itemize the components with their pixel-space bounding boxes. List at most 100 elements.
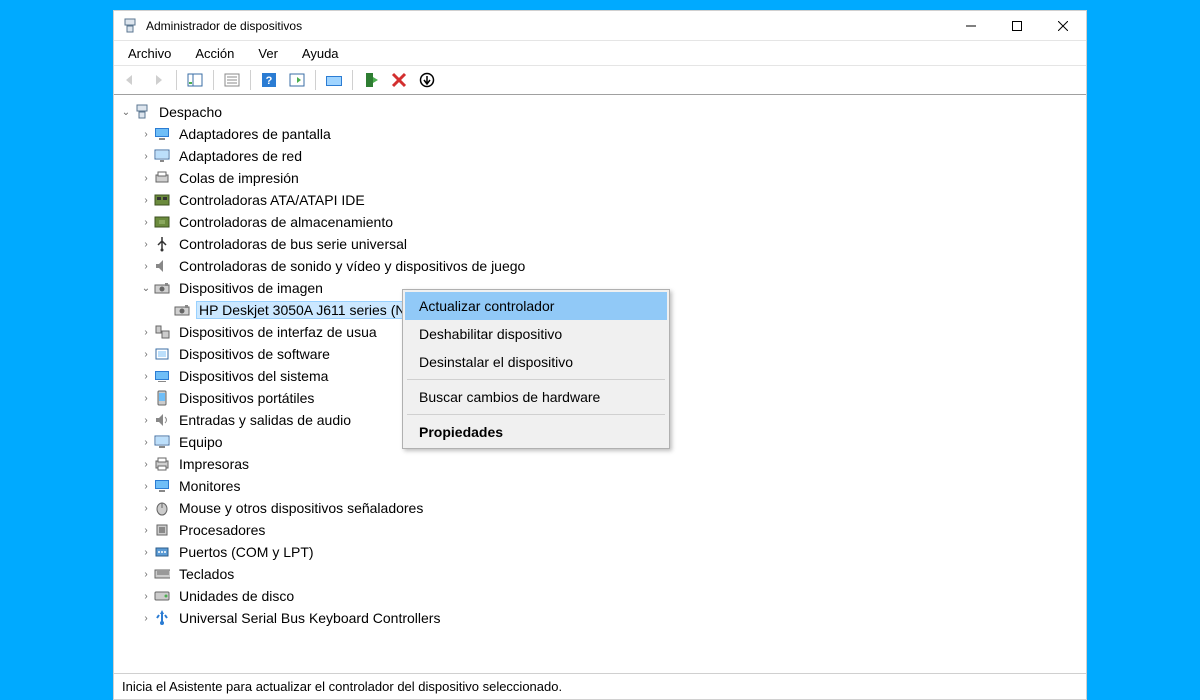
tree-node[interactable]: › Controladoras ATA/ATAPI IDE — [118, 189, 1086, 211]
device-manager-window: Administrador de dispositivos Archivo Ac… — [113, 10, 1087, 700]
tree-node-label: Monitores — [176, 477, 243, 495]
forward-button[interactable] — [146, 68, 170, 92]
tree-node-label: Controladoras ATA/ATAPI IDE — [176, 191, 368, 209]
chevron-right-icon[interactable]: › — [138, 500, 154, 516]
display-adapter-icon — [154, 126, 170, 142]
mouse-icon — [154, 500, 170, 516]
tree-node[interactable]: ›Puertos (COM y LPT) — [118, 541, 1086, 563]
system-device-icon — [154, 368, 170, 384]
ide-controller-icon — [154, 192, 170, 208]
tree-node[interactable]: › Procesadores — [118, 519, 1086, 541]
properties-button[interactable] — [220, 68, 244, 92]
tree-node-label: Equipo — [176, 433, 226, 451]
tree-node[interactable]: › Teclados — [118, 563, 1086, 585]
chevron-right-icon[interactable]: › — [138, 126, 154, 142]
tree-node[interactable]: › Adaptadores de red — [118, 145, 1086, 167]
tree-node[interactable]: › Monitores — [118, 475, 1086, 497]
tree-node-label: Dispositivos de imagen — [176, 279, 326, 297]
chevron-right-icon[interactable]: › — [138, 170, 154, 186]
chevron-right-icon[interactable]: › — [138, 434, 154, 450]
print-queue-icon — [154, 170, 170, 186]
tree-node-label: Dispositivos portátiles — [176, 389, 317, 407]
back-button[interactable] — [118, 68, 142, 92]
enable-device-button[interactable] — [359, 68, 383, 92]
update-driver-button[interactable] — [322, 68, 346, 92]
ctx-disable-device[interactable]: Deshabilitar dispositivo — [405, 320, 667, 348]
chevron-right-icon[interactable]: › — [138, 456, 154, 472]
chevron-right-icon[interactable]: › — [138, 566, 154, 582]
printer-icon — [154, 456, 170, 472]
menu-view[interactable]: Ver — [248, 44, 288, 63]
maximize-button[interactable] — [994, 11, 1040, 41]
menu-file[interactable]: Archivo — [118, 44, 181, 63]
svg-text:?: ? — [266, 75, 273, 87]
tree-node[interactable]: › Universal Serial Bus Keyboard Controlle… — [118, 607, 1086, 629]
tree-node-label: Teclados — [176, 565, 237, 583]
tree-node[interactable]: › Controladoras de almacenamiento — [118, 211, 1086, 233]
usb-controller-icon — [154, 236, 170, 252]
tree-node-label: Impresoras — [176, 455, 252, 473]
chevron-right-icon[interactable]: › — [138, 236, 154, 252]
chevron-right-icon[interactable]: › — [138, 390, 154, 406]
chevron-right-icon[interactable]: › — [138, 478, 154, 494]
help-button[interactable]: ? — [257, 68, 281, 92]
chevron-right-icon[interactable]: › — [138, 610, 154, 626]
chevron-right-icon[interactable]: › — [138, 368, 154, 384]
toolbar-separator — [176, 70, 177, 90]
usb-keyboard-controller-icon — [154, 610, 170, 626]
tree-node[interactable]: ›Controladoras de sonido y vídeo y dispo… — [118, 255, 1086, 277]
toolbar-separator — [213, 70, 214, 90]
tree-node-label: Colas de impresión — [176, 169, 302, 187]
tree-node[interactable]: › Colas de impresión — [118, 167, 1086, 189]
chevron-right-icon[interactable]: › — [138, 258, 154, 274]
chevron-right-icon[interactable]: › — [138, 148, 154, 164]
tree-node-label: Entradas y salidas de audio — [176, 411, 354, 429]
tree-node[interactable]: › Mouse y otros dispositivos señaladores — [118, 497, 1086, 519]
chevron-right-icon[interactable]: › — [138, 214, 154, 230]
chevron-right-icon[interactable]: › — [138, 324, 154, 340]
toolbar-separator — [352, 70, 353, 90]
toolbar-separator — [315, 70, 316, 90]
tree-node[interactable]: › Adaptadores de pantalla — [118, 123, 1086, 145]
show-hide-console-button[interactable] — [183, 68, 207, 92]
tree-node-label: Unidades de disco — [176, 587, 297, 605]
chevron-right-icon[interactable]: › — [138, 588, 154, 604]
chevron-down-icon[interactable]: ⌄ — [118, 104, 134, 120]
ctx-update-driver[interactable]: Actualizar controlador — [405, 292, 667, 320]
chevron-right-icon[interactable]: › — [138, 544, 154, 560]
audio-io-icon — [154, 412, 170, 428]
ctx-separator — [407, 414, 665, 415]
tree-root[interactable]: ⌄ Despacho — [118, 101, 1086, 123]
chevron-down-icon[interactable]: ⌄ — [138, 280, 154, 296]
tree-node-label: Dispositivos de software — [176, 345, 333, 363]
scan-hardware-button[interactable] — [285, 68, 309, 92]
menu-action[interactable]: Acción — [185, 44, 244, 63]
storage-controller-icon — [154, 214, 170, 230]
tree-node-label: Procesadores — [176, 521, 268, 539]
minimize-button[interactable] — [948, 11, 994, 41]
tree-node-label: Universal Serial Bus Keyboard Controller… — [176, 609, 443, 627]
chevron-right-icon[interactable]: › — [138, 192, 154, 208]
tree-node[interactable]: › Unidades de disco — [118, 585, 1086, 607]
disable-device-button[interactable] — [415, 68, 439, 92]
chevron-right-icon[interactable]: › — [138, 522, 154, 538]
tree-node-label: Adaptadores de red — [176, 147, 305, 165]
tree-node-label: Adaptadores de pantalla — [176, 125, 334, 143]
menu-help[interactable]: Ayuda — [292, 44, 349, 63]
tree-node[interactable]: › Controladoras de bus serie universal — [118, 233, 1086, 255]
chevron-right-icon[interactable]: › — [138, 346, 154, 362]
uninstall-device-button[interactable] — [387, 68, 411, 92]
scanner-icon — [174, 302, 190, 318]
ctx-scan-hardware[interactable]: Buscar cambios de hardware — [405, 383, 667, 411]
close-button[interactable] — [1040, 11, 1086, 41]
tree-node-label: Controladoras de bus serie universal — [176, 235, 410, 253]
tree-node[interactable]: › Impresoras — [118, 453, 1086, 475]
network-adapter-icon — [154, 148, 170, 164]
ctx-properties[interactable]: Propiedades — [405, 418, 667, 446]
tree-node-label: Controladoras de almacenamiento — [176, 213, 396, 231]
imaging-device-icon — [154, 280, 170, 296]
tree-node-label: Mouse y otros dispositivos señaladores — [176, 499, 426, 517]
ctx-uninstall-device[interactable]: Desinstalar el dispositivo — [405, 348, 667, 376]
chevron-right-icon[interactable]: › — [138, 412, 154, 428]
device-tree[interactable]: ⌄ Despacho › Adaptadores de pantalla › Ada… — [114, 95, 1086, 673]
